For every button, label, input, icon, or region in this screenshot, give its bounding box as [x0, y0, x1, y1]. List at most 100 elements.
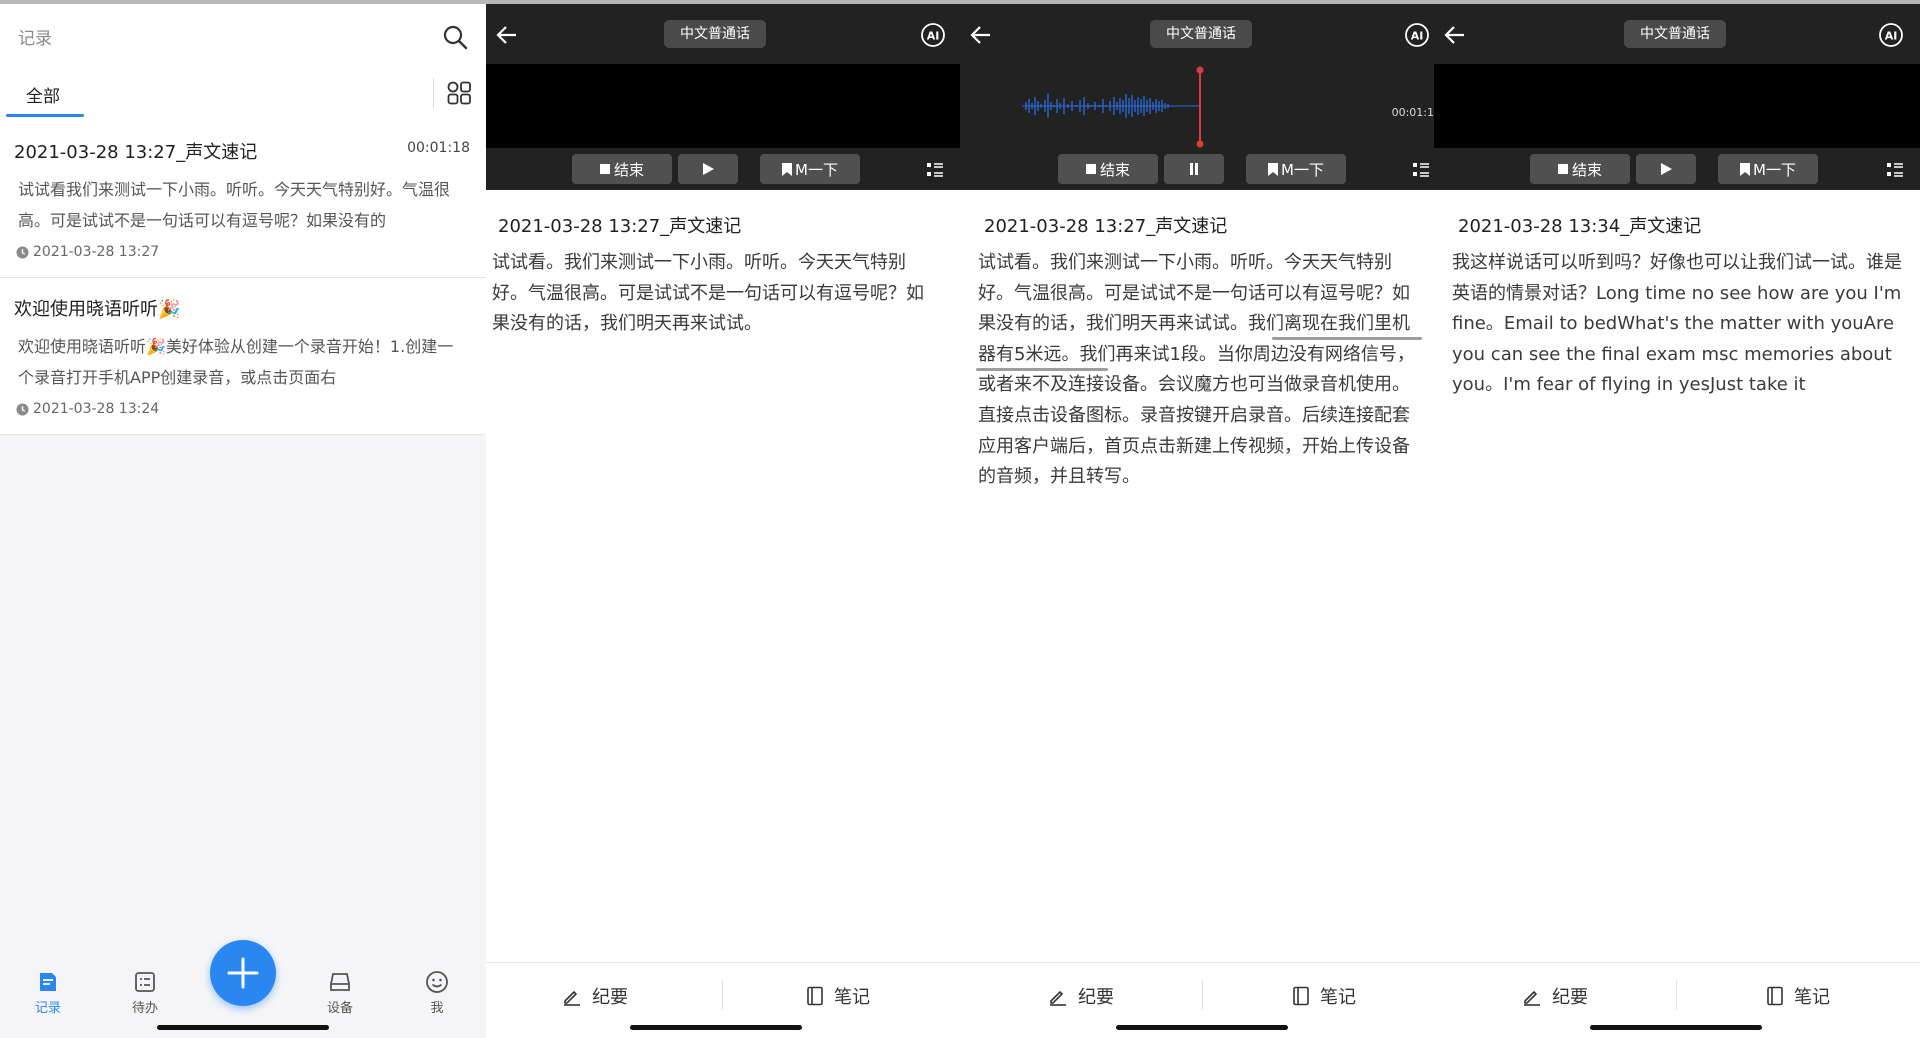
- nav-me[interactable]: 我: [402, 970, 472, 1016]
- stop-icon: [1557, 164, 1568, 174]
- record-preview: 试试看我们来测试一下小雨。听听。今天天气特别好。气温很高。可是试试不是一句话可以…: [18, 180, 451, 230]
- record-title: 2021-03-28 13:27_声文速记: [984, 216, 1228, 237]
- mark-button[interactable]: M一下: [1718, 154, 1818, 184]
- footer-divider: [486, 962, 960, 963]
- play-icon: [703, 163, 714, 175]
- nav-records-label: 记录: [34, 1001, 61, 1016]
- player-header: 中文普通话 AI 00:01:1 结束 M一下: [960, 4, 1434, 190]
- record-timestamp: 2021-03-28 13:27: [16, 244, 159, 260]
- footer-separator: [722, 980, 723, 1010]
- list-item[interactable]: 欢迎使用晓语听听🎉 欢迎使用晓语听听🎉美好体验从创建一个录音开始！1.创建一个录…: [0, 279, 486, 435]
- footer-separator: [1202, 980, 1203, 1010]
- language-selector[interactable]: 中文普通话: [664, 20, 766, 48]
- notes-label: 笔记: [1320, 987, 1356, 1008]
- stop-label: 结束: [1099, 160, 1130, 179]
- nav-me-label: 我: [430, 1001, 444, 1016]
- pen-icon: [564, 990, 580, 1006]
- play-button[interactable]: [678, 154, 738, 184]
- notebook-icon: [1293, 986, 1309, 1006]
- bookmark-icon: [1268, 162, 1279, 176]
- todo-icon: [135, 972, 155, 992]
- notes-label: 笔记: [1794, 987, 1830, 1008]
- record-time-text: 2021-03-28 13:24: [33, 401, 160, 417]
- nav-device[interactable]: 设备: [305, 970, 375, 1016]
- back-arrow-icon[interactable]: [1442, 22, 1468, 48]
- notes-button[interactable]: 笔记: [1766, 976, 1830, 1016]
- list-icon[interactable]: [926, 161, 944, 179]
- summary-button[interactable]: 纪要: [1048, 976, 1114, 1016]
- notes-button[interactable]: 笔记: [806, 976, 870, 1016]
- notes-button[interactable]: 笔记: [1292, 976, 1356, 1016]
- stop-button[interactable]: 结束: [572, 154, 672, 184]
- pause-button[interactable]: [1164, 154, 1224, 184]
- stop-button[interactable]: 结束: [1058, 154, 1158, 184]
- tab-divider: [433, 78, 434, 108]
- record-duration: 00:01:18: [407, 140, 470, 156]
- mark-label: M一下: [795, 160, 838, 179]
- back-arrow-icon[interactable]: [494, 22, 520, 48]
- summary-button[interactable]: 纪要: [562, 976, 628, 1016]
- bookmark-icon: [782, 162, 793, 176]
- svg-text:AI: AI: [1411, 30, 1424, 43]
- player-header: 中文普通话 AI 结束 M一下: [486, 4, 960, 190]
- footer-actions: 纪要 笔记: [1434, 976, 1920, 1016]
- home-indicator: [630, 1025, 802, 1030]
- ai-icon[interactable]: AI: [1404, 22, 1430, 48]
- stop-icon: [1085, 164, 1096, 174]
- list-icon[interactable]: [1886, 161, 1904, 179]
- footer-divider: [1434, 962, 1920, 963]
- record-detail-screen: 中文普通话 AI 结束 M一下 2021-03-28 13:34_声文速记 我这…: [1434, 4, 1920, 1038]
- footer-separator: [1676, 980, 1677, 1010]
- page-title: 记录: [18, 29, 52, 49]
- nav-todo[interactable]: 待办: [110, 970, 180, 1016]
- svg-text:AI: AI: [927, 30, 940, 43]
- recording-timer: 00:01:1: [1391, 106, 1434, 119]
- search-icon[interactable]: [440, 22, 470, 52]
- stop-icon: [599, 164, 610, 174]
- records-icon: [40, 973, 56, 991]
- pen-icon: [1050, 990, 1066, 1006]
- summary-label: 纪要: [592, 987, 628, 1008]
- pen-icon: [1524, 990, 1540, 1006]
- player-controls: 结束 M一下: [1434, 150, 1920, 190]
- mark-label: M一下: [1281, 160, 1324, 179]
- player-controls: 结束 M一下: [960, 150, 1434, 190]
- ai-icon[interactable]: AI: [920, 22, 946, 48]
- record-time-text: 2021-03-28 13:27: [33, 244, 160, 260]
- transcript-text: 试试看。我们来测试一下小雨。听听。今天天气特别好。气温很高。可是试试不是一句话可…: [492, 252, 924, 335]
- record-title: 2021-03-28 13:27_声文速记: [498, 216, 742, 237]
- stop-button[interactable]: 结束: [1530, 154, 1630, 184]
- list-item[interactable]: 2021-03-28 13:27_声文速记 00:01:18 试试看我们来测试一…: [0, 122, 486, 278]
- mark-button[interactable]: M一下: [760, 154, 860, 184]
- records-list-screen: 记录 全部 2021-03-28 13:27_声文速记 00:01:18 试试看…: [0, 4, 486, 1038]
- list-icon[interactable]: [1412, 161, 1430, 179]
- record-timestamp: 2021-03-28 13:24: [16, 401, 159, 417]
- plus-icon: [227, 957, 259, 989]
- record-detail-screen: 中文普通话 AI 结束 M一下 2021-03-28 13:27_声文速记 试试…: [486, 4, 960, 1038]
- summary-label: 纪要: [1552, 987, 1588, 1008]
- footer-divider: [960, 962, 1434, 963]
- summary-button[interactable]: 纪要: [1522, 976, 1588, 1016]
- language-selector[interactable]: 中文普通话: [1150, 20, 1252, 48]
- footer-actions: 纪要 笔记: [960, 976, 1434, 1016]
- mark-label: M一下: [1753, 160, 1796, 179]
- bookmark-icon: [1740, 162, 1751, 176]
- tab-all[interactable]: 全部: [26, 82, 60, 107]
- summary-label: 纪要: [1078, 987, 1114, 1008]
- pause-icon: [1190, 163, 1198, 175]
- mark-button[interactable]: M一下: [1246, 154, 1346, 184]
- nav-device-label: 设备: [326, 1001, 353, 1016]
- svg-text:AI: AI: [1885, 30, 1898, 43]
- nav-records[interactable]: 记录: [13, 970, 83, 1016]
- add-record-button[interactable]: [210, 940, 276, 1006]
- stop-label: 结束: [613, 160, 644, 179]
- grid-view-icon[interactable]: [446, 80, 472, 106]
- records-list-area: 记录 全部 2021-03-28 13:27_声文速记 00:01:18 试试看…: [0, 4, 486, 435]
- play-button[interactable]: [1636, 154, 1696, 184]
- notebook-icon: [1767, 986, 1783, 1006]
- transcript-text: 我这样说话可以听到吗？好像也可以让我们试一试。谁是英语的情景对话？Long ti…: [1452, 252, 1902, 396]
- ai-icon[interactable]: AI: [1878, 22, 1904, 48]
- home-indicator: [1116, 1025, 1288, 1030]
- language-selector[interactable]: 中文普通话: [1624, 20, 1726, 48]
- back-arrow-icon[interactable]: [968, 22, 994, 48]
